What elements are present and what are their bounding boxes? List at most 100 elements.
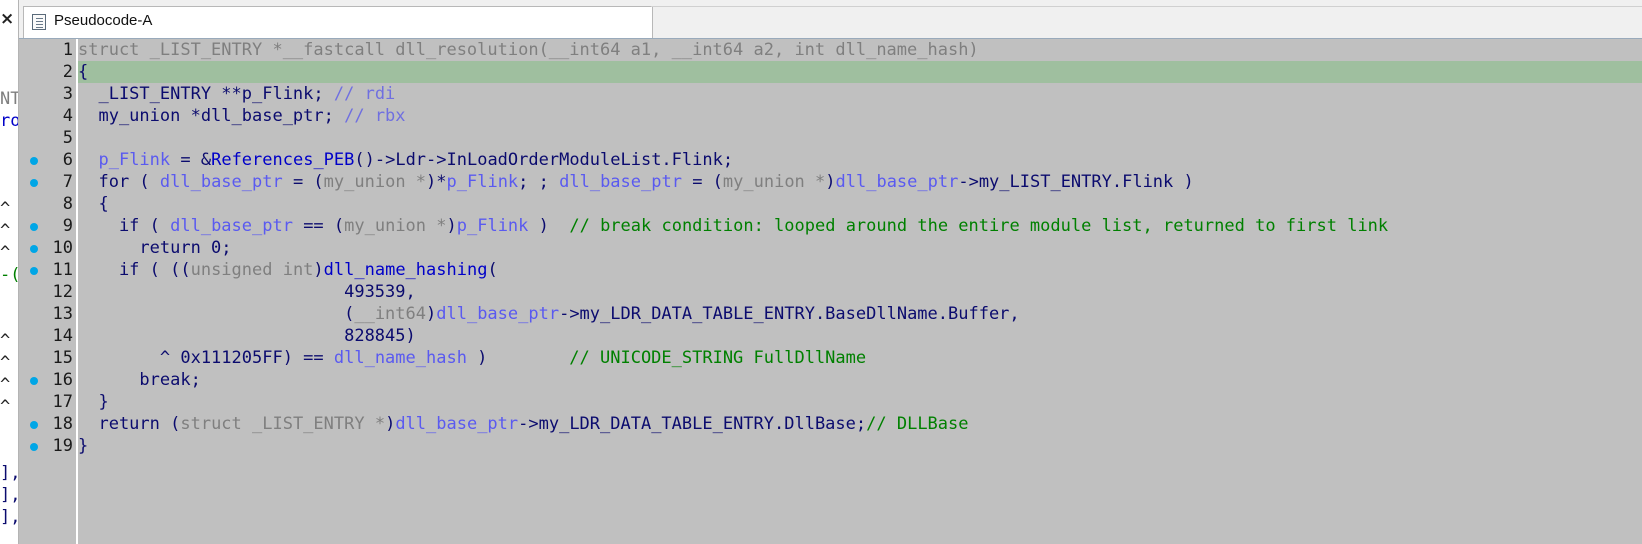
breakpoint-marker-icon[interactable] bbox=[30, 421, 38, 429]
tab-title: Pseudocode-A bbox=[54, 12, 153, 29]
breakpoint-marker-icon[interactable] bbox=[30, 443, 38, 451]
code-token: if ( bbox=[78, 216, 171, 236]
code-token: ) bbox=[825, 172, 836, 192]
code-line[interactable]: 18 return (struct _LIST_ENTRY *)dll_base… bbox=[19, 413, 1642, 435]
code-token: )* bbox=[426, 172, 447, 192]
code-token: { bbox=[78, 62, 89, 82]
line-number: 17 bbox=[52, 392, 73, 412]
code-token: ; ; bbox=[518, 172, 560, 192]
code-text: { bbox=[78, 193, 1642, 215]
code-text: break; bbox=[78, 369, 1642, 391]
line-number: 4 bbox=[62, 106, 73, 126]
code-line[interactable]: 17 } bbox=[19, 391, 1642, 413]
pseudocode-window-icon bbox=[32, 14, 46, 30]
sliver-fragment: ^ bbox=[0, 375, 11, 395]
breakpoint-marker-icon[interactable] bbox=[30, 157, 38, 165]
code-line[interactable]: 13 (__int64)dll_base_ptr->my_LDR_DATA_TA… bbox=[19, 303, 1642, 325]
breakpoint-marker-icon[interactable] bbox=[30, 245, 38, 253]
code-line[interactable]: 1 struct _LIST_ENTRY *__fastcall dll_reso… bbox=[19, 39, 1642, 61]
line-number: 16 bbox=[52, 370, 73, 390]
line-number: 13 bbox=[52, 304, 73, 324]
code-token: 828845) bbox=[78, 326, 416, 346]
line-number: 11 bbox=[52, 260, 73, 280]
sliver-fragment: ^ bbox=[0, 199, 11, 219]
code-token: if ( (( bbox=[78, 260, 191, 280]
code-line[interactable]: 10 return 0; bbox=[19, 237, 1642, 259]
code-token: ->my_LDR_DATA_TABLE_ENTRY.DllBase; bbox=[518, 414, 867, 434]
code-line[interactable]: 14 828845) bbox=[19, 325, 1642, 347]
breakpoint-marker-icon[interactable] bbox=[30, 267, 38, 275]
code-token: = & bbox=[170, 150, 212, 170]
breakpoint-marker-icon[interactable] bbox=[30, 179, 38, 187]
line-number: 14 bbox=[52, 326, 73, 346]
code-token: ) bbox=[385, 414, 396, 434]
code-token: ) bbox=[528, 216, 570, 236]
code-text: } bbox=[78, 435, 1642, 457]
code-line[interactable]: 11 if ( ((unsigned int)dll_name_hashing( bbox=[19, 259, 1642, 281]
code-line[interactable]: 3 _LIST_ENTRY **p_Flink; // rdi bbox=[19, 83, 1642, 105]
code-token: } bbox=[78, 436, 89, 456]
code-text: return (struct _LIST_ENTRY *)dll_base_pt… bbox=[78, 413, 1642, 435]
code-token: dll_name_hash bbox=[333, 348, 467, 368]
code-token: struct _LIST_ENTRY * bbox=[180, 414, 386, 434]
line-number: 2 bbox=[62, 62, 73, 82]
code-token: dll_base_ptr bbox=[159, 172, 283, 192]
code-token: unsigned int bbox=[190, 260, 314, 280]
code-comment: // DLLBase bbox=[866, 414, 969, 434]
sliver-fragment: ro bbox=[0, 111, 18, 131]
code-token: ) bbox=[426, 304, 437, 324]
code-token: __int64 bbox=[354, 304, 426, 324]
code-token: my_union * bbox=[323, 172, 427, 192]
code-line[interactable]: 16 break; bbox=[19, 369, 1642, 391]
code-token: = ( bbox=[282, 172, 324, 192]
previous-pane-sliver: × NTro^^^-(^^^^],],], bbox=[0, 0, 19, 544]
code-token: == ( bbox=[292, 216, 345, 236]
sliver-fragment: ], bbox=[0, 485, 18, 505]
code-token: ) bbox=[466, 348, 570, 368]
breakpoint-marker-icon[interactable] bbox=[30, 377, 38, 385]
line-number: 6 bbox=[62, 150, 73, 170]
code-line[interactable]: 12 493539, bbox=[19, 281, 1642, 303]
sliver-fragment: ^ bbox=[0, 243, 11, 263]
code-token: struct _LIST_ENTRY *__fastcall dll_resol… bbox=[78, 40, 979, 60]
line-number: 18 bbox=[52, 414, 73, 434]
code-token: } bbox=[78, 392, 109, 412]
line-number: 10 bbox=[52, 238, 73, 258]
code-line[interactable]: 9 if ( dll_base_ptr == (my_union *)p_Fli… bbox=[19, 215, 1642, 237]
code-lines: 1 struct _LIST_ENTRY *__fastcall dll_reso… bbox=[19, 39, 1642, 457]
code-line[interactable]: 19} bbox=[19, 435, 1642, 457]
breakpoint-marker-icon[interactable] bbox=[30, 223, 38, 231]
code-text: _LIST_ENTRY **p_Flink; // rdi bbox=[78, 83, 1642, 105]
code-token: ->my_LIST_ENTRY.Flink ) bbox=[958, 172, 1194, 192]
close-icon[interactable]: × bbox=[0, 7, 14, 31]
pseudocode-view[interactable]: 1 struct _LIST_ENTRY *__fastcall dll_reso… bbox=[19, 38, 1642, 544]
code-token: p_Flink bbox=[456, 216, 529, 236]
tab-pseudocode-a[interactable]: Pseudocode-A bbox=[23, 6, 653, 39]
code-token: my_union * bbox=[344, 216, 447, 236]
tab-strip-empty bbox=[651, 0, 1642, 7]
code-text: my_union *dll_base_ptr; // rbx bbox=[78, 105, 1642, 127]
code-line[interactable]: 15 ^ 0x111205FF) == dll_name_hash ) // U… bbox=[19, 347, 1642, 369]
code-text: ^ 0x111205FF) == dll_name_hash ) // UNIC… bbox=[78, 347, 1642, 369]
code-line[interactable]: 8 { bbox=[19, 193, 1642, 215]
sliver-fragment: -( bbox=[0, 265, 18, 285]
code-line[interactable]: 2{ bbox=[19, 61, 1642, 83]
code-line[interactable]: 4 my_union *dll_base_ptr; // rbx bbox=[19, 105, 1642, 127]
code-text: 828845) bbox=[78, 325, 1642, 347]
code-token: ) bbox=[313, 260, 324, 280]
code-token: p_Flink bbox=[98, 150, 171, 170]
code-line[interactable]: 5 bbox=[19, 127, 1642, 149]
code-token: for ( bbox=[78, 172, 160, 192]
code-token: References_PEB bbox=[211, 150, 355, 170]
code-token: return ( bbox=[78, 414, 181, 434]
code-text: for ( dll_base_ptr = (my_union *)*p_Flin… bbox=[78, 171, 1642, 193]
sliver-fragment: NT bbox=[0, 89, 18, 109]
code-line[interactable]: 6 p_Flink = &References_PEB()->Ldr->InLo… bbox=[19, 149, 1642, 171]
line-number: 3 bbox=[62, 84, 73, 104]
line-number: 5 bbox=[62, 128, 73, 148]
code-text: (__int64)dll_base_ptr->my_LDR_DATA_TABLE… bbox=[78, 303, 1642, 325]
code-text: { bbox=[78, 61, 1642, 83]
code-line[interactable]: 7 for ( dll_base_ptr = (my_union *)*p_Fl… bbox=[19, 171, 1642, 193]
